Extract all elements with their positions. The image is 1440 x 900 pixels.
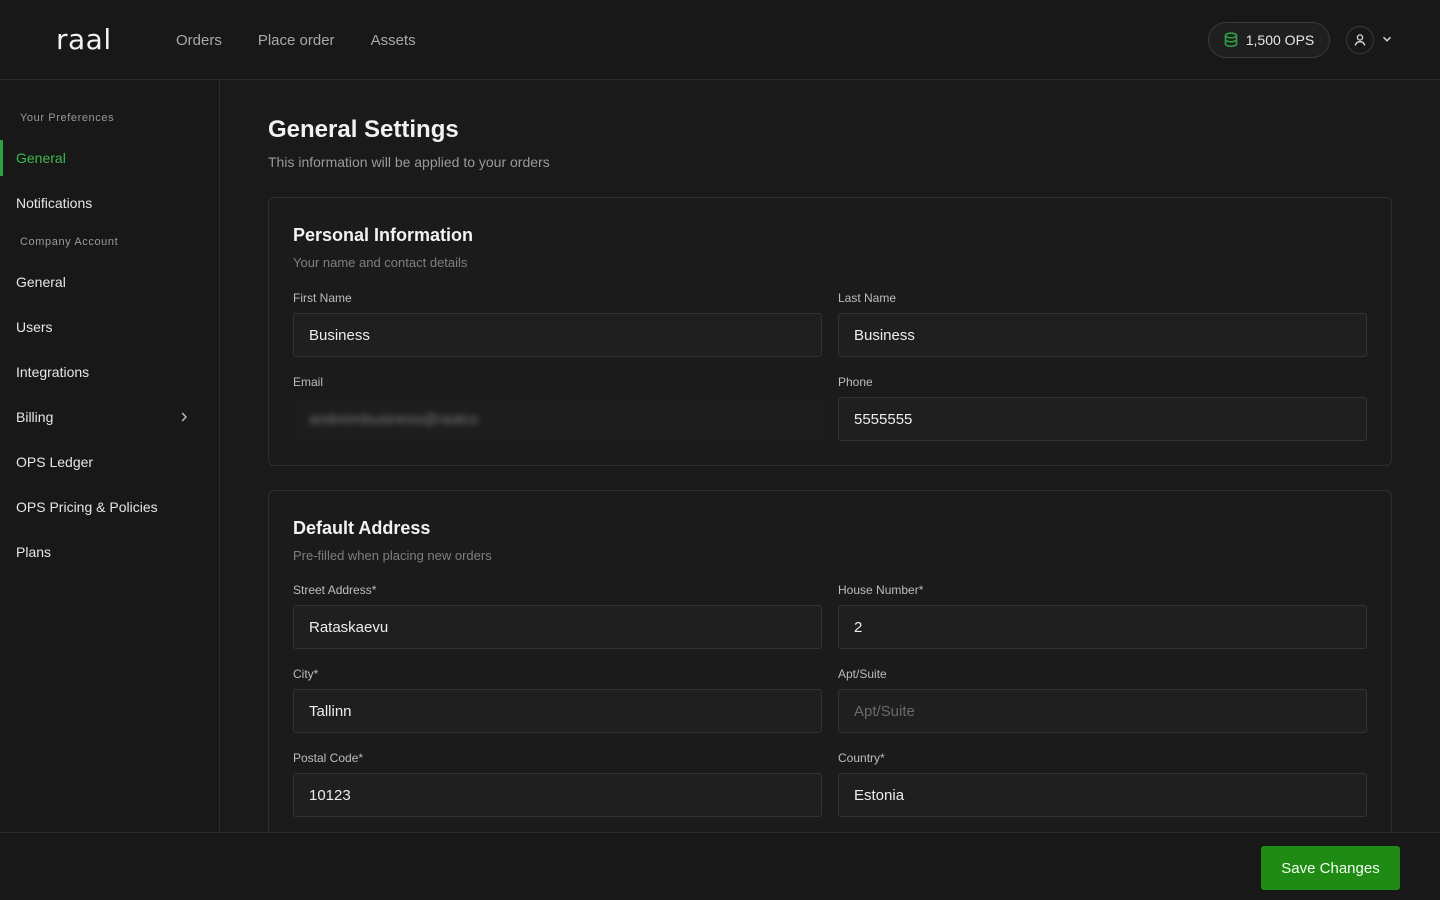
phone-label: Phone xyxy=(838,375,873,389)
city-input[interactable] xyxy=(293,689,822,733)
sidebar-item-general-preferences[interactable]: General xyxy=(0,140,219,176)
page-subtitle: This information will be applied to your… xyxy=(268,154,550,170)
first-name-input[interactable] xyxy=(293,313,822,357)
settings-sidebar: Your Preferences General Notifications C… xyxy=(0,80,220,832)
card-title: Personal Information xyxy=(293,225,474,245)
street-address-label: Street Address* xyxy=(293,583,377,597)
sidebar-item-ops-pricing[interactable]: OPS Pricing & Policies xyxy=(0,489,219,525)
country-label: Country* xyxy=(838,751,885,765)
sidebar-item-general-company[interactable]: General xyxy=(0,264,219,300)
chevron-right-icon xyxy=(179,410,189,426)
card-title: Default Address xyxy=(293,518,431,538)
sidebar-item-label: General xyxy=(16,150,66,166)
sidebar-item-users[interactable]: Users xyxy=(0,309,219,345)
user-icon[interactable] xyxy=(1346,26,1374,54)
logo-text: raal xyxy=(56,23,112,56)
sidebar-item-integrations[interactable]: Integrations xyxy=(0,354,219,390)
card-subtitle: Pre-filled when placing new orders xyxy=(293,548,492,563)
ops-balance-text: 1,500 OPS xyxy=(1245,32,1315,48)
postal-code-label: Postal Code* xyxy=(293,751,364,765)
nav-orders[interactable]: Orders xyxy=(176,32,222,49)
nav-place-order[interactable]: Place order xyxy=(258,32,335,49)
first-name-label: First Name xyxy=(293,291,352,305)
sidebar-item-label: Plans xyxy=(16,544,52,560)
personal-information-card: Personal Information Your name and conta… xyxy=(268,197,1392,466)
ops-balance-pill[interactable]: 1,500 OPS xyxy=(1208,22,1330,58)
section-your-preferences: Your Preferences xyxy=(20,112,115,124)
coins-icon xyxy=(1224,32,1238,48)
default-address-card: Default Address Pre-filled when placing … xyxy=(268,490,1392,832)
street-address-input[interactable] xyxy=(293,605,822,649)
phone-input[interactable] xyxy=(838,397,1367,441)
sidebar-item-label: OPS Ledger xyxy=(16,454,94,470)
sidebar-item-plans[interactable]: Plans xyxy=(0,534,219,570)
apt-suite-input[interactable] xyxy=(838,689,1367,733)
sidebar-item-label: General xyxy=(16,274,66,290)
house-number-input[interactable] xyxy=(838,605,1367,649)
last-name-input[interactable] xyxy=(838,313,1367,357)
footer-bar: Save Changes xyxy=(0,832,1440,900)
sidebar-item-ops-ledger[interactable]: OPS Ledger xyxy=(0,444,219,480)
page-title: General Settings xyxy=(268,116,459,143)
chevron-down-icon[interactable] xyxy=(1382,31,1392,49)
top-bar: raal Orders Place order Assets 1,500 OPS xyxy=(0,0,1440,80)
section-company-account: Company Account xyxy=(20,236,119,248)
raal-logo[interactable]: raal xyxy=(56,22,112,58)
sidebar-item-billing[interactable]: Billing xyxy=(0,399,219,435)
country-input[interactable] xyxy=(838,773,1367,817)
sidebar-item-label: Notifications xyxy=(16,195,93,211)
sidebar-item-label: OPS Pricing & Policies xyxy=(16,499,158,515)
sidebar-item-label: Integrations xyxy=(16,364,90,380)
house-number-label: House Number* xyxy=(838,583,924,597)
card-subtitle: Your name and contact details xyxy=(293,255,468,270)
main-nav: Orders Place order Assets xyxy=(176,0,416,80)
settings-main: General Settings This information will b… xyxy=(220,80,1440,832)
last-name-label: Last Name xyxy=(838,291,897,305)
sidebar-item-notifications[interactable]: Notifications xyxy=(0,185,219,221)
sidebar-item-label: Users xyxy=(16,319,53,335)
sidebar-item-label: Billing xyxy=(16,409,54,425)
email-label: Email xyxy=(293,375,324,389)
save-changes-button[interactable]: Save Changes xyxy=(1261,846,1400,890)
apt-suite-label: Apt/Suite xyxy=(838,667,887,681)
postal-code-input[interactable] xyxy=(293,773,822,817)
email-field[interactable] xyxy=(293,397,822,441)
user-menu[interactable] xyxy=(1346,26,1392,54)
nav-assets[interactable]: Assets xyxy=(371,32,416,49)
city-label: City* xyxy=(293,667,319,681)
